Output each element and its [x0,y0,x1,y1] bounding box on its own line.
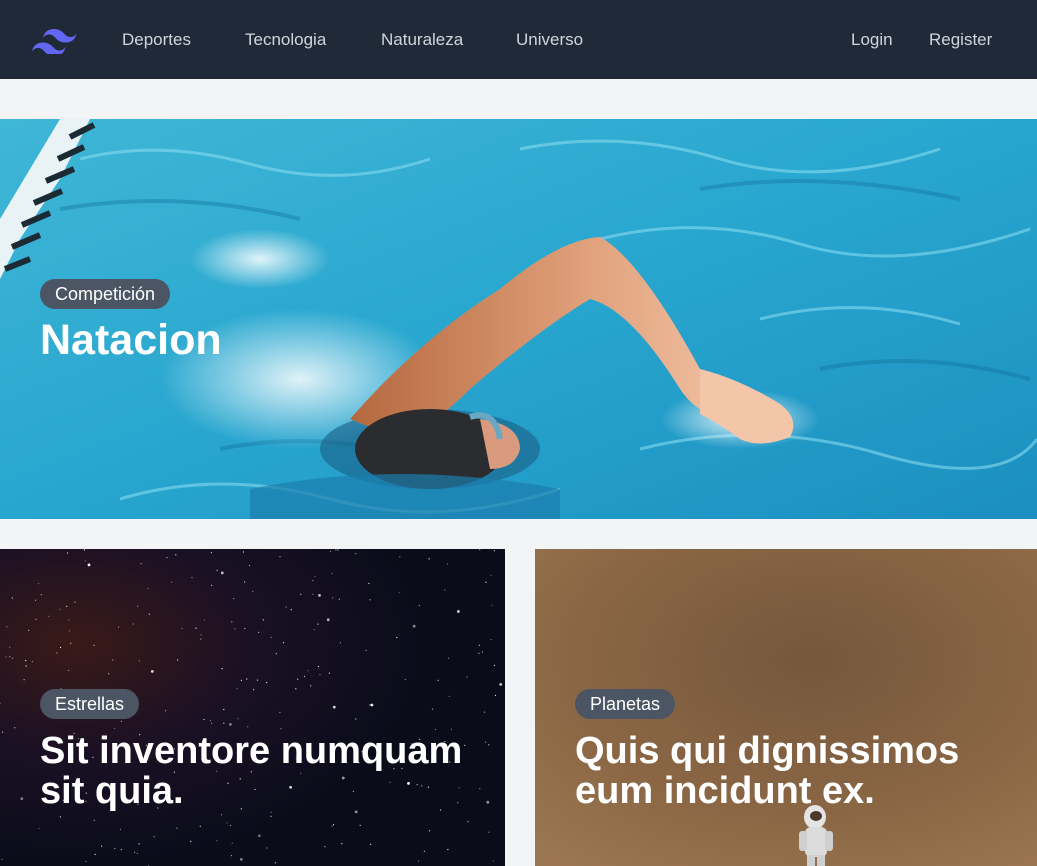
login-link[interactable]: Login [851,29,893,51]
hero-category-badge: Competición [40,279,171,309]
nav-link-naturaleza[interactable]: Naturaleza [381,29,463,51]
register-link[interactable]: Register [929,29,992,51]
nav-link-universo[interactable]: Universo [516,29,583,51]
tailwind-logo-icon[interactable] [31,26,77,54]
hero-title: Natacion [40,316,222,364]
nav-link-deportes[interactable]: Deportes [122,29,191,51]
card-category-badge: Planetas [575,689,676,719]
card-title: Sit inventore numquam sit quia. [40,730,463,812]
hero-featured-post[interactable]: Competición Natacion [0,119,1037,519]
card-title: Quis qui dignissimos eum incidunt ex. [575,730,960,812]
nav-link-tecnologia[interactable]: Tecnologia [245,29,326,51]
post-card-estrellas[interactable]: Estrellas Sit inventore numquam sit quia… [0,549,505,866]
top-navbar: Deportes Tecnologia Naturaleza Universo … [0,0,1037,79]
post-card-planetas[interactable]: Planetas Quis qui dignissimos eum incidu… [535,549,1037,866]
card-category-badge: Estrellas [40,689,140,719]
